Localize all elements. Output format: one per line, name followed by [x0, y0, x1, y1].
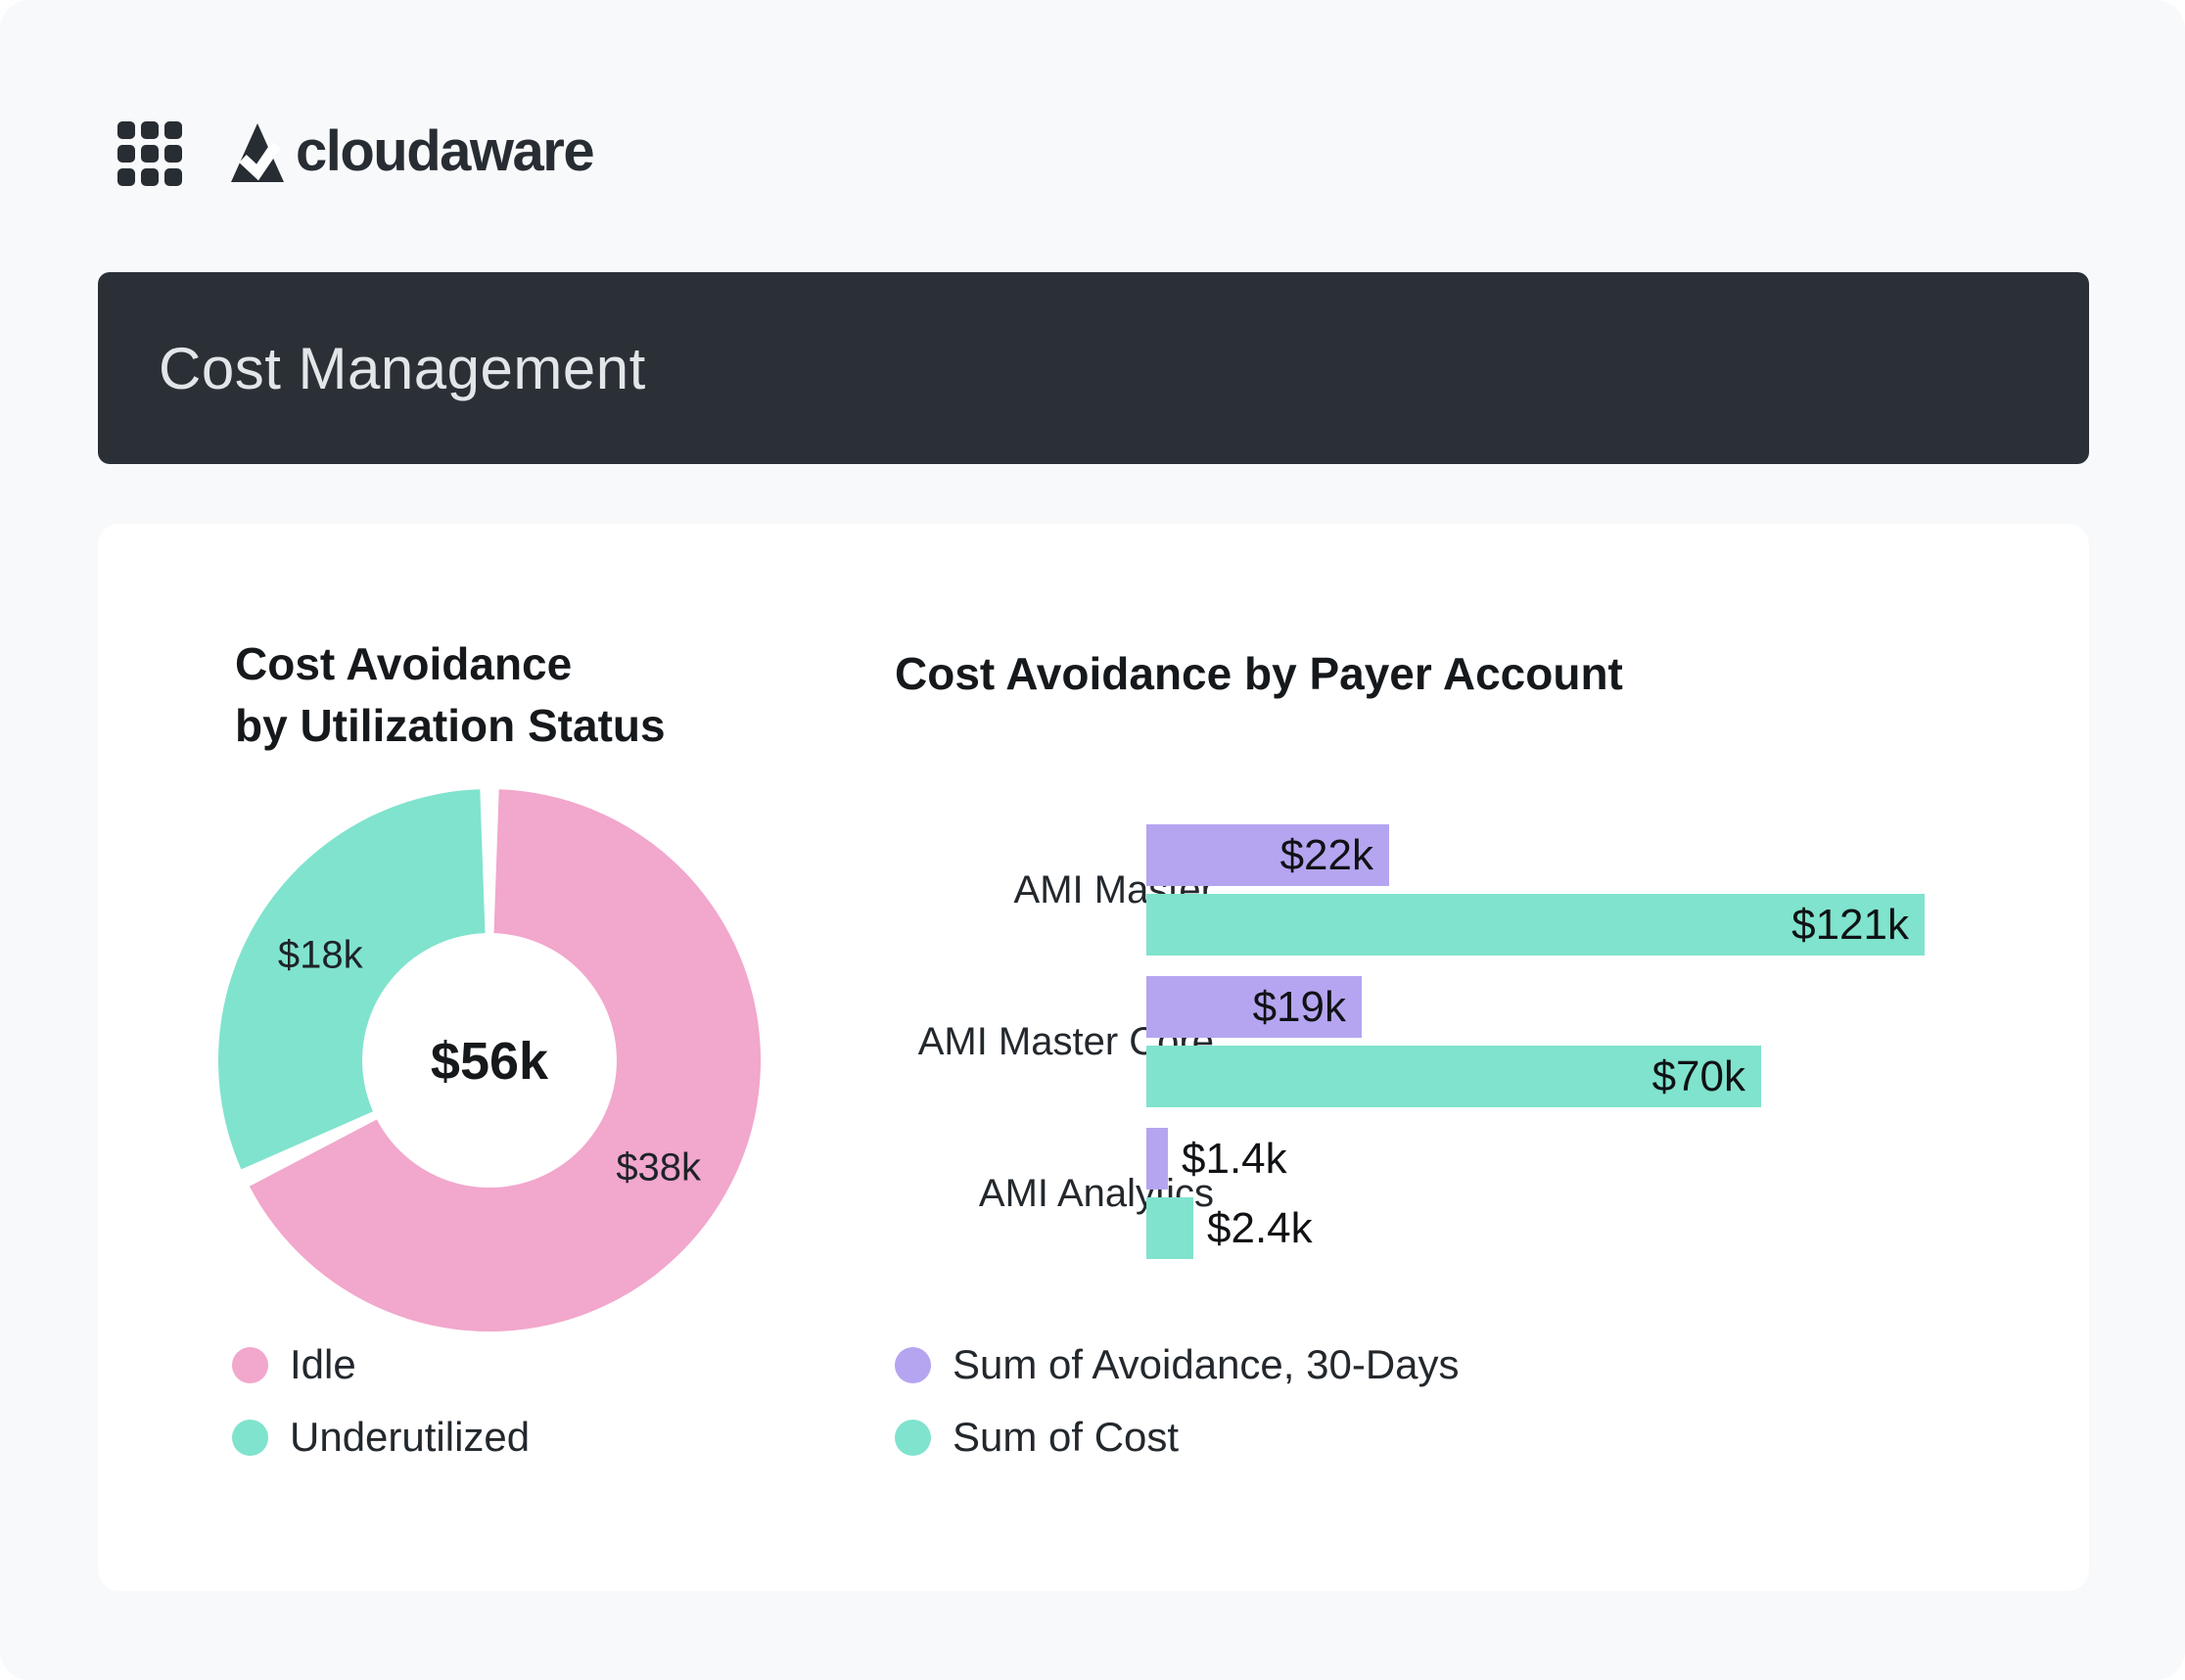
bar-value-label: $19k	[1253, 983, 1346, 1032]
donut-chart-title-line2: by Utilization Status	[235, 700, 666, 751]
legend-item-idle[interactable]: Idle	[232, 1344, 530, 1385]
bar-value-label: $70k	[1652, 1052, 1745, 1101]
bar-chart-title: Cost Avoidance by Payer Account	[895, 651, 1623, 696]
legend-label: Sum of Avoidance, 30-Days	[953, 1344, 1460, 1385]
legend-item-sum-of-cost[interactable]: Sum of Cost	[895, 1417, 1460, 1458]
donut-chart: $38k $18k $56k	[215, 786, 764, 1334]
page-title-bar: Cost Management	[98, 272, 2089, 464]
donut-chart-title: Cost Avoidance by Utilization Status	[235, 633, 666, 757]
bar-value-label: $121k	[1791, 901, 1909, 950]
bar-value-label: $2.4k	[1207, 1204, 1313, 1253]
logo-text: cloudaware	[296, 108, 593, 196]
donut-slice-underutilized[interactable]	[218, 789, 485, 1169]
donut-chart-title-line1: Cost Avoidance	[235, 638, 572, 689]
dashboard-card: Cost Avoidance by Utilization Status $38…	[98, 524, 2089, 1591]
bar-avoidance-ami-analytics[interactable]: $1.4k	[1146, 1128, 1168, 1190]
bar-value-label: $22k	[1280, 831, 1373, 880]
bar-value-label: $1.4k	[1182, 1135, 1287, 1184]
page-title: Cost Management	[159, 335, 646, 402]
app-launcher-icon[interactable]	[117, 121, 182, 186]
legend-label: Idle	[290, 1344, 356, 1385]
legend-dot-icon	[895, 1420, 931, 1456]
legend-dot-icon	[232, 1420, 268, 1456]
bar-cost-ami-master[interactable]: $121k	[1146, 894, 1925, 956]
legend-item-underutilized[interactable]: Underutilized	[232, 1417, 530, 1458]
bar-avoidance-ami-master[interactable]: $22k	[1146, 824, 1389, 886]
donut-slice-value-label: $38k	[616, 1146, 702, 1190]
legend-dot-icon	[895, 1347, 931, 1383]
donut-center-total: $56k	[431, 1032, 549, 1091]
legend-label: Sum of Cost	[953, 1417, 1179, 1458]
legend-label: Underutilized	[290, 1417, 530, 1458]
bar-legend: Sum of Avoidance, 30-Days Sum of Cost	[895, 1344, 1460, 1458]
bar-cost-ami-master-core[interactable]: $70k	[1146, 1046, 1761, 1107]
legend-item-sum-of-avoidance-30-days[interactable]: Sum of Avoidance, 30-Days	[895, 1344, 1460, 1385]
donut-legend: Idle Underutilized	[232, 1344, 530, 1458]
bar-cost-ami-analytics[interactable]: $2.4k	[1146, 1197, 1193, 1259]
donut-slice-value-label: $18k	[278, 934, 364, 977]
bar-avoidance-ami-master-core[interactable]: $19k	[1146, 976, 1362, 1038]
triangle-check-icon	[227, 108, 288, 196]
cloudaware-logo: cloudaware	[227, 108, 593, 196]
page: cloudaware Cost Management Cost Avoidanc…	[0, 0, 2185, 1680]
legend-dot-icon	[232, 1347, 268, 1383]
